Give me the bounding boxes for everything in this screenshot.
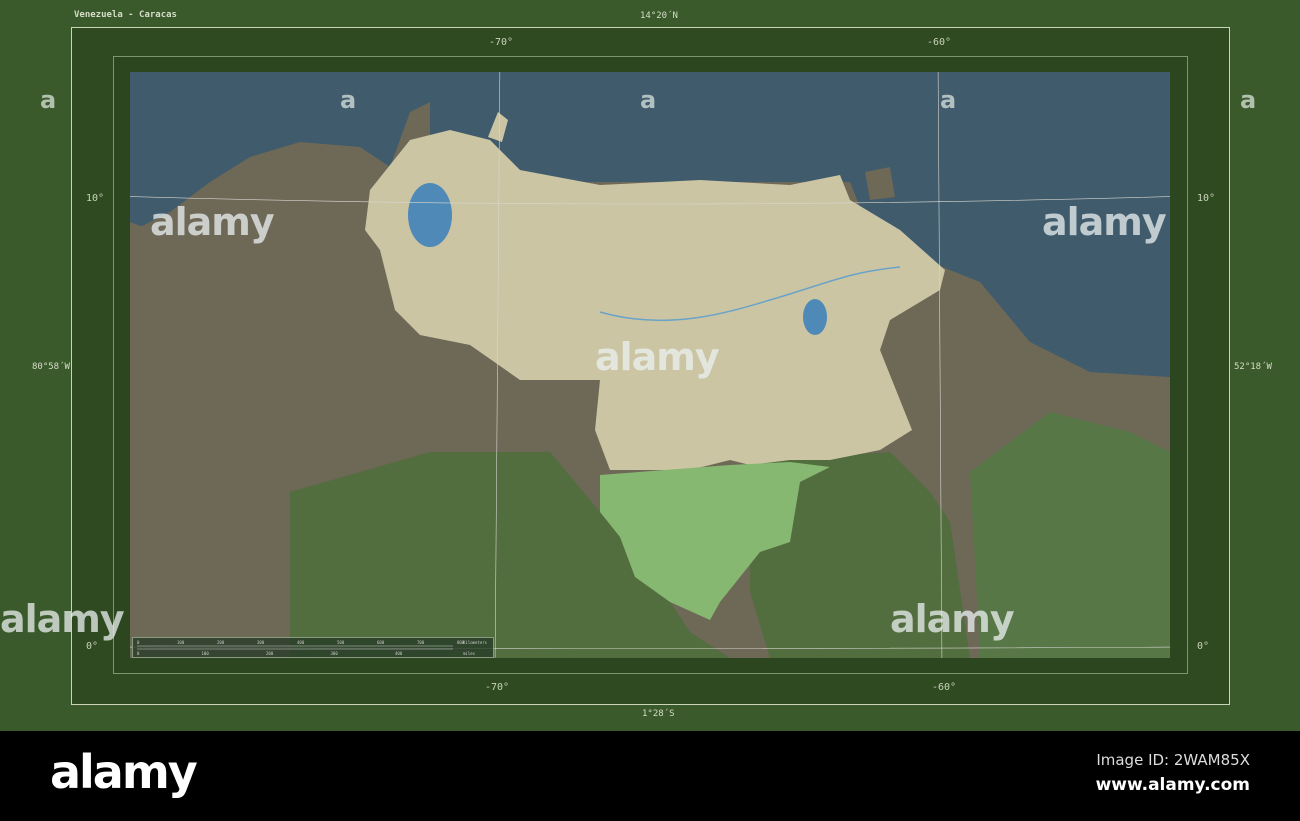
lat-label-left-10: 10° (86, 193, 105, 204)
lat-label-right-0: 0° (1197, 641, 1210, 652)
watermark: a (340, 86, 357, 114)
scale-mi-tick: 300 (331, 651, 339, 656)
scale-km-tick: 0 (137, 640, 140, 645)
alamy-logo: alamy (50, 745, 198, 799)
scale-km-unit: Kilometers (463, 640, 488, 645)
scale-km-tick: 200 (217, 640, 225, 645)
scale-km-tick: 600 (377, 640, 385, 645)
scale-km-tick: 300 (257, 640, 265, 645)
scale-mi-tick: 100 (202, 651, 210, 656)
lake-maracaibo (408, 183, 452, 247)
scale-km-tick: 700 (417, 640, 425, 645)
watermark: alamy (890, 597, 1015, 641)
scale-mi-tick: 400 (395, 651, 403, 656)
scale-bar: 0 100 200 300 400 500 600 700 800 Kilometers 0 100 2… (132, 637, 494, 658)
east-bound-label: 52°18´W (1234, 362, 1272, 372)
north-bound-label: 14°20´N (640, 11, 678, 21)
lat-label-right-10: 10° (1197, 193, 1216, 204)
site-url: www.alamy.com (1095, 775, 1250, 795)
trinidad (865, 167, 895, 200)
scale-mi-tick: 200 (266, 651, 274, 656)
watermark: alamy (1042, 200, 1167, 244)
watermark: a (40, 86, 57, 114)
watermark: a (1240, 86, 1257, 114)
south-bound-label: 1°28´S (642, 709, 675, 719)
guri-reservoir (803, 299, 827, 335)
scale-km-tick: 400 (297, 640, 305, 645)
lon-label-bottom-70: -70° (485, 682, 510, 693)
footer-bar: alamy Image ID: 2WAM85X www.alamy.com (0, 731, 1300, 821)
scale-mi-tick: 0 (137, 651, 140, 656)
scale-km-tick: 500 (337, 640, 345, 645)
image-id: Image ID: 2WAM85X (1096, 751, 1250, 769)
map-frame: Venezuela - Caracas 14°20´N 1°28´S 80°58… (0, 0, 1300, 731)
lon-label-top-60: -60° (927, 37, 952, 48)
watermark: a (640, 86, 657, 114)
lon-label-top-70: -70° (489, 37, 514, 48)
lon-label-bottom-60: -60° (932, 682, 957, 693)
west-bound-label: 80°58´W (32, 362, 70, 372)
lat-label-left-0: 0° (86, 641, 99, 652)
scale-km-tick: 100 (177, 640, 185, 645)
watermark: alamy (150, 200, 275, 244)
scale-mi-unit: miles (463, 651, 476, 656)
scale-bar-graphic: 0 100 200 300 400 500 600 700 800Kilometers0 100 2… (137, 640, 488, 656)
map-title: Venezuela - Caracas (74, 10, 177, 20)
watermark: alamy (595, 335, 720, 379)
watermark: alamy (0, 597, 125, 641)
watermark: a (940, 86, 957, 114)
